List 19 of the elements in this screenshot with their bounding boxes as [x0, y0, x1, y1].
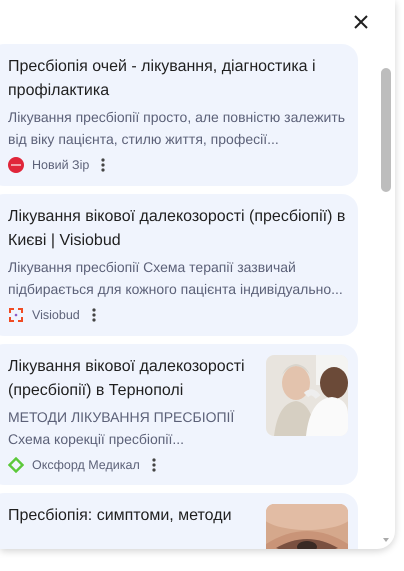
- result-title[interactable]: Лікування вікової далекозорості (пресбіопії) в Тернополі: [8, 354, 256, 402]
- result-snippet: Схема корекції пресбіопії...: [8, 430, 186, 449]
- site-logo-icon: [8, 157, 24, 174]
- result-card[interactable]: Пресбіопія очей - лікування, діагностика і профілактика Лікування пресбіопії просто, але повністю залежить від віку пацієнта, стилю життя, професії... Новий Зір: [0, 44, 358, 186]
- result-title[interactable]: Пресбіопія очей - лікування, діагностика і профілактика: [8, 55, 348, 103]
- result-title[interactable]: Пресбіопія: симптоми, методи: [8, 504, 256, 528]
- close-icon[interactable]: [353, 14, 369, 30]
- result-card[interactable]: Лікування вікової далекозорості (пресбіопії) в Тернополі МЕТОДИ ЛІКУВАННЯ ПРЕСБІОПІЇ Схема корекції пресбіопії... Оксфорд Медикал: [0, 344, 358, 486]
- result-card[interactable]: Пресбіопія: симптоми, методи: [0, 493, 358, 549]
- site-logo-icon: [8, 307, 24, 324]
- result-card[interactable]: Лікування вікової далекозорості (пресбіопії) в Києві | Visiobud Лікування пресбіопії Схема терапії зазвичай підбирається для кожного пацієнта індивідуально... Visiobud: [0, 194, 358, 336]
- result-snippet: Лікування пресбіопії просто, але повністю залежить від віку пацієнта, стилю життя, професії...: [8, 108, 346, 149]
- result-snippet: Лікування пресбіопії Схема терапії зазвичай підбирається для кожного пацієнта індивідуально...: [8, 258, 344, 299]
- source-name: Оксфорд Медикал: [32, 456, 140, 474]
- site-logo-icon: [8, 456, 24, 473]
- result-snippet: МЕТОДИ ЛІКУВАННЯ ПРЕСБІОПІЇ: [8, 408, 236, 427]
- result-title[interactable]: Лікування вікової далекозорості (пресбіопії) в Києві | Visiobud: [8, 204, 348, 253]
- source-name: Новий Зір: [32, 157, 90, 174]
- source-name: Visiobud: [32, 306, 80, 324]
